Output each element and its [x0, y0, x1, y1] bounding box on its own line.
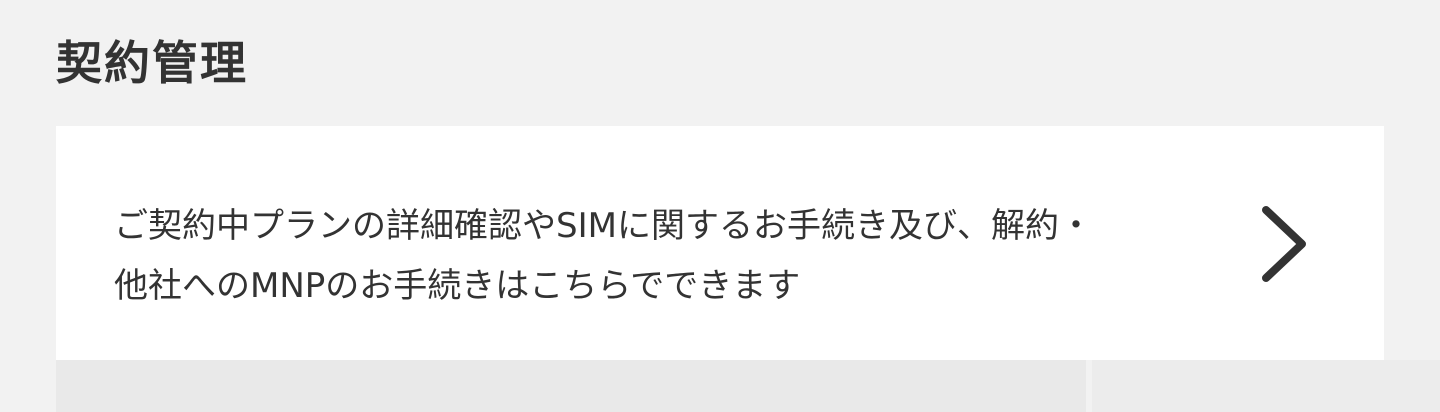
card-description-line-1: ご契約中プランの詳細確認やSIMに関するお手続き及び、解約・: [114, 206, 1093, 246]
card-description-line-2: 他社へのMNPのお手続きはこちらでできます: [114, 266, 801, 306]
chevron-right-icon[interactable]: [1258, 202, 1314, 286]
background-content-peek-right: [1092, 360, 1440, 412]
section-title: 契約管理: [56, 36, 248, 90]
background-content-peek-left: [56, 360, 1086, 412]
contract-management-link-card[interactable]: ご契約中プランの詳細確認やSIMに関するお手続き及び、解約・ 他社へのMNPのお…: [56, 126, 1384, 360]
card-description: ご契約中プランの詳細確認やSIMに関するお手続き及び、解約・ 他社へのMNPのお…: [114, 196, 1224, 316]
